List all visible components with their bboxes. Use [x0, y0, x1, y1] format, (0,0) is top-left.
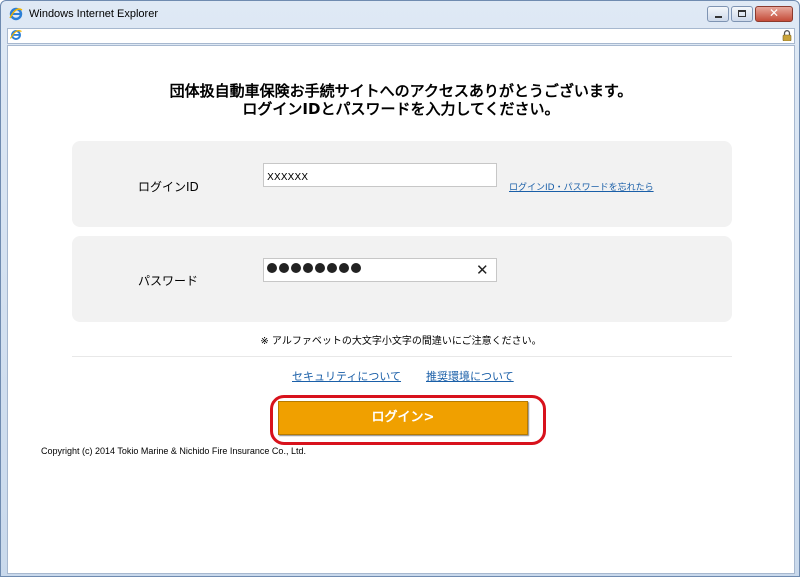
ie-logo-icon — [9, 7, 23, 21]
window-title: Windows Internet Explorer — [29, 8, 158, 20]
login-id-panel: ログインID XXXXXX ログインID・パスワードを忘れたら — [72, 141, 732, 227]
login-id-label: ログインID — [138, 180, 199, 194]
minimize-button[interactable] — [707, 6, 729, 22]
lock-icon — [782, 30, 792, 41]
page-headline: 団体扱自動車保険お手続サイトへのアクセスありがとうございます。 ログインIDとパ… — [8, 82, 794, 118]
password-dot — [279, 263, 289, 273]
browser-window: Windows Internet Explorer ✕ 団体扱自動車保険お手続サ… — [0, 0, 800, 577]
login-button[interactable]: ログイン> — [278, 401, 528, 435]
password-dot — [267, 263, 277, 273]
security-link[interactable]: セキュリティについて — [292, 368, 401, 384]
copyright-text: Copyright (c) 2014 Tokio Marine & Nichid… — [41, 446, 306, 456]
headline-line-2: ログインIDとパスワードを入力してください。 — [242, 100, 560, 118]
close-button[interactable]: ✕ — [755, 6, 793, 22]
password-panel: パスワード ✕ — [72, 236, 732, 322]
case-sensitivity-note: ※ アルファベットの大文字小文字の間違いにご注意ください。 — [260, 336, 542, 347]
window-controls: ✕ — [707, 6, 793, 22]
address-bar[interactable] — [7, 28, 795, 44]
password-dot — [303, 263, 313, 273]
password-dot — [291, 263, 301, 273]
password-dot — [351, 263, 361, 273]
ie-page-icon — [10, 30, 22, 40]
password-dot — [315, 263, 325, 273]
password-dot — [327, 263, 337, 273]
password-label: パスワード — [138, 274, 199, 288]
password-dot — [339, 263, 349, 273]
page-content: 団体扱自動車保険お手続サイトへのアクセスありがとうございます。 ログインIDとパ… — [7, 45, 795, 574]
maximize-button[interactable] — [731, 6, 753, 22]
headline-line-1: 団体扱自動車保険お手続サイトへのアクセスありがとうございます。 — [169, 82, 633, 100]
password-mask — [267, 263, 361, 273]
close-x-icon[interactable]: ✕ — [476, 263, 489, 278]
title-bar: Windows Internet Explorer ✕ — [1, 1, 799, 29]
password-input[interactable]: ✕ — [263, 258, 497, 282]
recommended-environment-link[interactable]: 推奨環境について — [426, 368, 514, 384]
divider — [72, 356, 732, 357]
forgot-credentials-link[interactable]: ログインID・パスワードを忘れたら — [509, 180, 654, 193]
login-id-input[interactable]: XXXXXX — [263, 163, 497, 187]
